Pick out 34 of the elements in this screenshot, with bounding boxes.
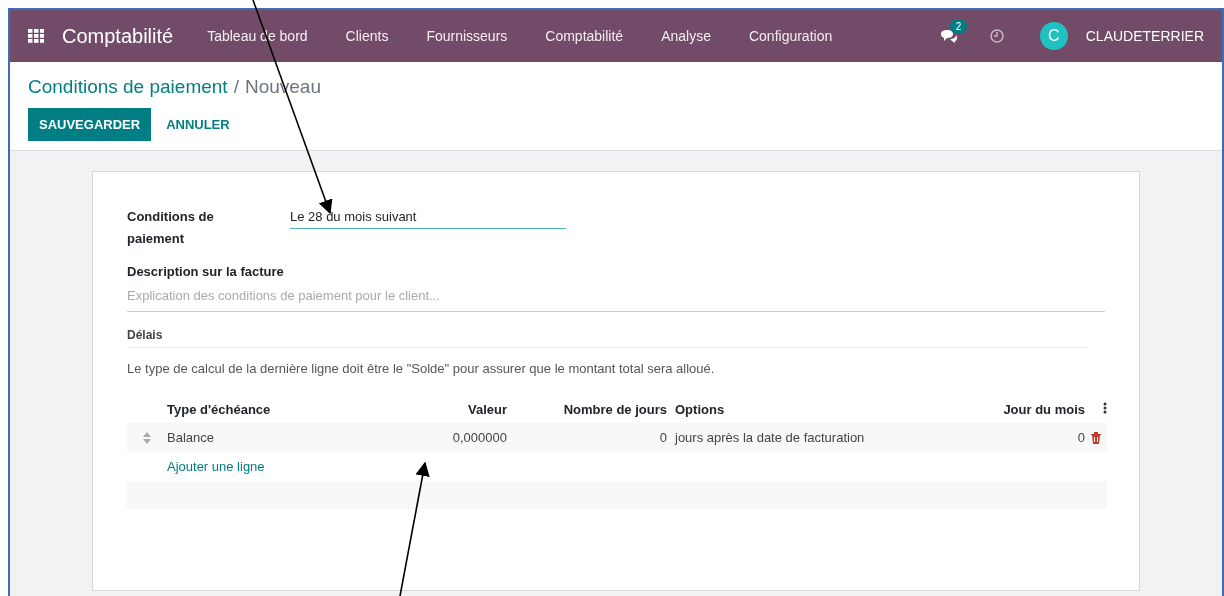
field-label: Conditions de paiement — [127, 208, 215, 248]
column-header: Options — [674, 401, 726, 419]
add-line-link[interactable]: Ajouter une ligne — [167, 452, 507, 481]
field-label: Description sur la facture — [127, 264, 285, 279]
drag-handle-icon[interactable] — [143, 431, 151, 444]
help-text: Le type de calcul de la dernière ligne doit être le "Solde" pour assurer que le montant total sera alloué. — [127, 361, 716, 376]
app-title: Comptabilité — [62, 24, 174, 48]
table-cell: 0,000000 — [347, 423, 507, 452]
table-cell: 0 — [999, 423, 1085, 452]
chat-icon[interactable] — [939, 29, 958, 43]
menu-item[interactable]: Comptabilité — [545, 28, 624, 44]
clock-icon[interactable] — [989, 29, 1004, 43]
breadcrumb-link[interactable]: Conditions de paiement — [28, 76, 228, 98]
menu-item[interactable]: Fournisseurs — [426, 28, 508, 44]
trash-icon[interactable] — [1091, 431, 1101, 444]
section-title: Délais — [127, 312, 1089, 348]
column-header: Nombre de jours — [562, 401, 667, 419]
apps-menu-icon[interactable] — [28, 29, 44, 43]
table-cell: 0 — [507, 423, 667, 452]
message-count-badge: 2 — [949, 19, 968, 34]
breadcrumb-separator: / — [233, 76, 239, 98]
table-cell: jours après la date de facturation — [667, 423, 999, 452]
more-options-icon[interactable] — [1103, 402, 1107, 414]
user-name[interactable]: CLAUDETERRIER — [1085, 28, 1204, 44]
column-header: Valeur — [466, 401, 507, 419]
column-header: Type d'échéance — [167, 401, 272, 419]
column-header: Jour du mois — [1002, 401, 1085, 419]
menu-item[interactable]: Analyse — [661, 28, 711, 44]
menu-item[interactable]: Configuration — [748, 28, 833, 44]
menu-item[interactable]: Clients — [345, 28, 389, 44]
save-button[interactable]: SAUVEGARDER — [28, 108, 152, 141]
cancel-button[interactable]: ANNULER — [155, 108, 241, 141]
name-input-field[interactable]: Le 28 du mois suivant — [290, 206, 566, 229]
table-cell: Balance — [167, 423, 347, 452]
